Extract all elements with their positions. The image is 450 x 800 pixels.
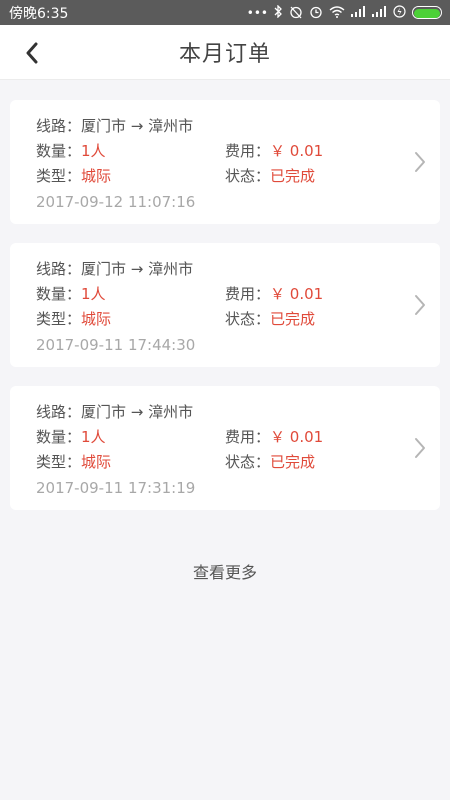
charging-icon: [393, 5, 406, 20]
quantity-label: 数量：: [36, 428, 82, 446]
order-time: 2017-09-12 11:07:16: [36, 193, 196, 211]
status-value: 已完成: [270, 310, 316, 328]
route-label: 线路：: [36, 117, 82, 135]
clock-icon: [309, 5, 323, 21]
type-value: 城际: [81, 167, 112, 185]
order-card[interactable]: 线路： 厦门市 → 漳州市 数量： 1人 费用： ￥ 0.01 类型： 城际 状态：已…: [10, 386, 440, 510]
type-status-row: 类型： 城际 状态： 已完成: [36, 306, 414, 331]
fee-label: 费用：: [225, 428, 271, 446]
quantity-label: 数量：: [36, 142, 82, 160]
chevron-left-icon: [26, 42, 38, 64]
fee-label: 费用：: [225, 142, 271, 160]
quantity-value: 1人: [81, 285, 106, 303]
chevron-right-icon: [410, 434, 430, 462]
order-card[interactable]: 线路： 厦门市 → 漳州市 数量： 1人 费用： ￥ 0.01 类型： 城际 状态：已…: [10, 243, 440, 367]
status-label: 状态：: [225, 453, 271, 471]
fee-value: ￥ 0.01: [270, 142, 324, 160]
route-value: 厦门市 → 漳州市: [81, 403, 194, 421]
type-value: 城际: [81, 453, 112, 471]
wifi-icon: [329, 5, 345, 20]
status-label: 状态：: [225, 310, 271, 328]
fee-value: ￥ 0.01: [270, 285, 324, 303]
alarm-off-icon: [289, 5, 303, 21]
status-label: 状态：: [225, 167, 271, 185]
quantity-fee-row: 数量： 1人 费用： ￥ 0.01: [36, 138, 414, 163]
header: 本月订单: [0, 25, 450, 80]
type-status-row: 类型： 城际 状态： 已完成: [36, 449, 414, 474]
signal-icon: [351, 6, 366, 19]
chevron-right-icon: [410, 291, 430, 319]
fee-value: ￥ 0.01: [270, 428, 324, 446]
route-row: 线路： 厦门市 → 漳州市: [36, 113, 414, 138]
status-value: 已完成: [270, 453, 316, 471]
quantity-fee-row: 数量： 1人 费用： ￥ 0.01: [36, 424, 414, 449]
status-time: 傍晚6:35: [9, 5, 69, 22]
route-row: 线路： 厦门市 → 漳州市: [36, 256, 414, 281]
signal-icon: [372, 6, 387, 19]
page-title: 本月订单: [178, 42, 271, 67]
view-more-button[interactable]: 查看更多: [0, 558, 450, 588]
quantity-value: 1人: [81, 142, 106, 160]
route-value: 厦门市 → 漳州市: [81, 260, 194, 278]
route-row: 线路： 厦门市 → 漳州市: [36, 399, 414, 424]
back-button[interactable]: [16, 37, 48, 69]
quantity-label: 数量：: [36, 285, 82, 303]
battery-icon: [412, 6, 442, 19]
dots-icon: •••: [246, 5, 268, 20]
status-bar: 傍晚6:35 •••: [0, 0, 450, 25]
type-value: 城际: [81, 310, 112, 328]
type-label: 类型：: [36, 453, 82, 471]
type-status-row: 类型： 城际 状态： 已完成: [36, 163, 414, 188]
quantity-fee-row: 数量： 1人 费用： ￥ 0.01: [36, 281, 414, 306]
type-label: 类型：: [36, 167, 82, 185]
order-time: 2017-09-11 17:44:30: [36, 336, 196, 354]
route-label: 线路：: [36, 260, 82, 278]
order-card[interactable]: 线路： 厦门市 → 漳州市 数量： 1人 费用： ￥ 0.01 类型： 城际 状态：已…: [10, 100, 440, 224]
fee-label: 费用：: [225, 285, 271, 303]
quantity-value: 1人: [81, 428, 106, 446]
route-label: 线路：: [36, 403, 82, 421]
route-value: 厦门市 → 漳州市: [81, 117, 194, 135]
order-time: 2017-09-11 17:31:19: [36, 479, 196, 497]
status-icons: •••: [246, 4, 442, 21]
order-list: 线路： 厦门市 → 漳州市 数量： 1人 费用： ￥ 0.01 类型： 城际 状态：已…: [10, 100, 440, 529]
status-value: 已完成: [270, 167, 316, 185]
type-label: 类型：: [36, 310, 82, 328]
bluetooth-icon: [274, 4, 283, 20]
chevron-right-icon: [410, 148, 430, 176]
